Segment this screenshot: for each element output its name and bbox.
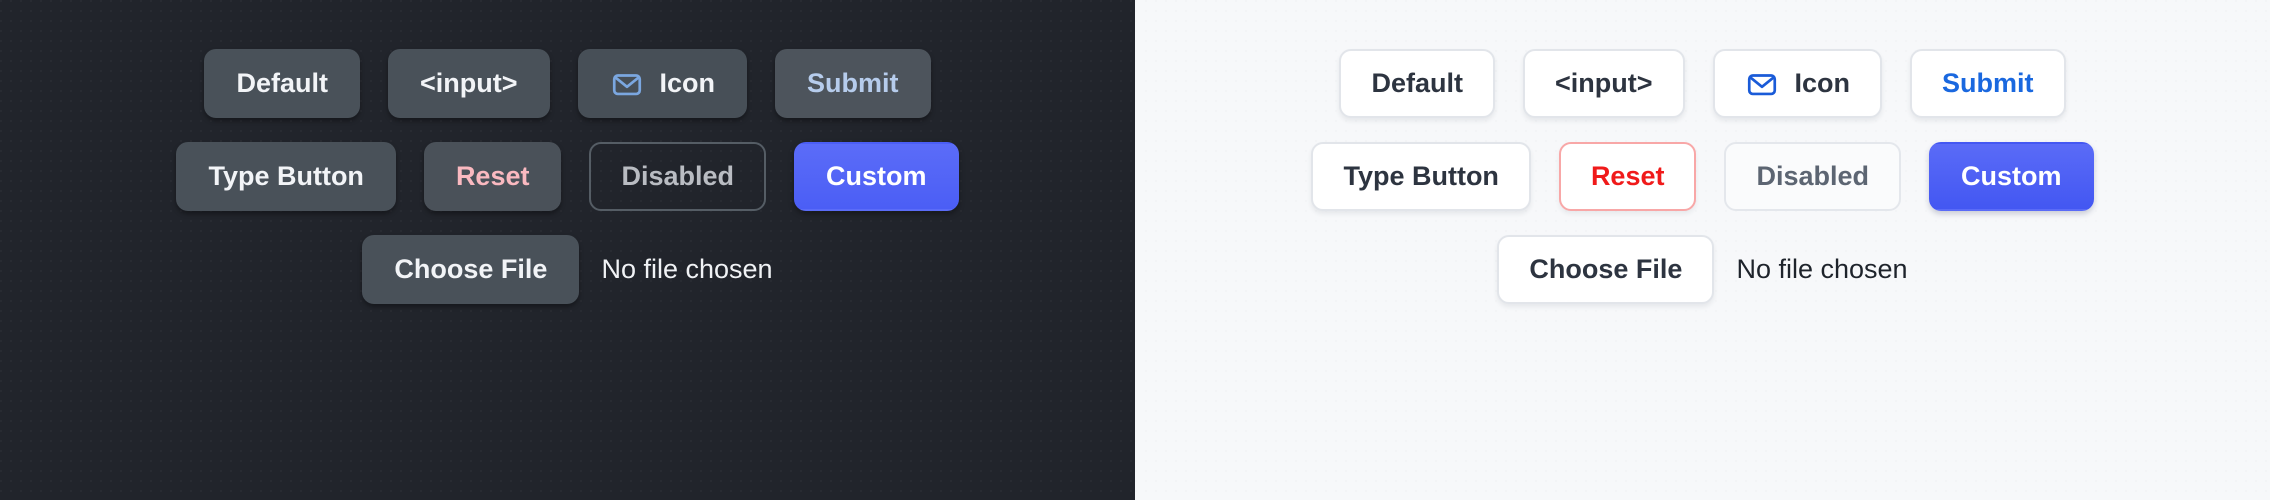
button-label: Choose File bbox=[1529, 254, 1683, 284]
dark-input-button[interactable]: <input> bbox=[387, 49, 550, 118]
light-file-status-text: No file chosen bbox=[1736, 254, 1908, 284]
envelope-icon bbox=[610, 67, 644, 101]
dark-button-row-1: Default <input> Icon Submit bbox=[204, 49, 931, 118]
light-file-input-row: Choose File No file chosen bbox=[1497, 235, 1908, 304]
button-label: Choose File bbox=[394, 254, 548, 284]
button-label: Custom bbox=[826, 161, 927, 191]
button-label: Custom bbox=[1961, 161, 2062, 191]
dark-icon-button[interactable]: Icon bbox=[577, 49, 748, 118]
light-theme-panel: Default <input> Icon Submit Type Button … bbox=[1135, 0, 2270, 500]
button-label: Icon bbox=[659, 68, 716, 98]
button-label: Type Button bbox=[1343, 161, 1499, 191]
button-label: Reset bbox=[455, 161, 530, 191]
button-label: <input> bbox=[419, 68, 518, 98]
button-label: Submit bbox=[1942, 68, 2034, 98]
light-reset-button[interactable]: Reset bbox=[1558, 142, 1697, 211]
light-disabled-button: Disabled bbox=[1724, 142, 1902, 211]
light-choose-file-button[interactable]: Choose File bbox=[1497, 235, 1715, 304]
button-showcase: Default <input> Icon Submit Type Button … bbox=[0, 0, 2270, 500]
button-label: Type Button bbox=[208, 161, 364, 191]
dark-file-status-text: No file chosen bbox=[601, 254, 773, 284]
button-label: Reset bbox=[1590, 161, 1665, 191]
button-label: Disabled bbox=[1756, 161, 1870, 191]
light-icon-button[interactable]: Icon bbox=[1712, 49, 1883, 118]
dark-file-input-row: Choose File No file chosen bbox=[362, 235, 773, 304]
dark-type-button[interactable]: Type Button bbox=[176, 142, 396, 211]
light-default-button[interactable]: Default bbox=[1339, 49, 1495, 118]
dark-custom-button[interactable]: Custom bbox=[794, 142, 959, 211]
light-type-button[interactable]: Type Button bbox=[1311, 142, 1531, 211]
button-label: Disabled bbox=[621, 161, 735, 191]
dark-button-row-2: Type Button Reset Disabled Custom bbox=[176, 142, 959, 211]
light-button-row-1: Default <input> Icon Submit bbox=[1339, 49, 2066, 118]
button-label: Submit bbox=[807, 68, 899, 98]
dark-submit-button[interactable]: Submit bbox=[775, 49, 931, 118]
light-custom-button[interactable]: Custom bbox=[1929, 142, 2094, 211]
button-label: <input> bbox=[1554, 68, 1653, 98]
light-button-row-2: Type Button Reset Disabled Custom bbox=[1311, 142, 2094, 211]
button-label: Default bbox=[236, 68, 328, 98]
dark-theme-panel: Default <input> Icon Submit Type Button … bbox=[0, 0, 1135, 500]
dark-reset-button[interactable]: Reset bbox=[423, 142, 562, 211]
dark-choose-file-button[interactable]: Choose File bbox=[362, 235, 580, 304]
dark-disabled-button: Disabled bbox=[589, 142, 767, 211]
dark-default-button[interactable]: Default bbox=[204, 49, 360, 118]
button-label: Icon bbox=[1794, 68, 1851, 98]
button-label: Default bbox=[1371, 68, 1463, 98]
light-input-button[interactable]: <input> bbox=[1522, 49, 1685, 118]
envelope-icon bbox=[1745, 67, 1779, 101]
light-submit-button[interactable]: Submit bbox=[1910, 49, 2066, 118]
